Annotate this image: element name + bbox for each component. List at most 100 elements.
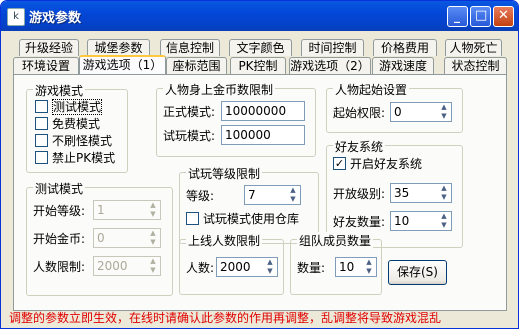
start-level-label: 开始等级:: [33, 204, 86, 218]
start-level-value: 1: [97, 203, 105, 217]
minimize-button[interactable]: _: [447, 6, 468, 27]
spin-up-icon[interactable]: ▲: [363, 258, 375, 266]
open-level-spinner[interactable]: ▲ ▼: [437, 184, 451, 202]
formal-mode-label: 正式模式:: [163, 105, 216, 119]
trial-gold-input[interactable]: 100000: [221, 125, 305, 145]
trial-storage-option[interactable]: 试玩模式使用仓库: [186, 212, 299, 228]
team-count-spinner[interactable]: ▲ ▼: [362, 258, 376, 276]
spin-down-icon[interactable]: ▼: [438, 193, 450, 201]
tab-panel: 游戏模式 测试模式 免费模式 不刷怪模式 禁止PK模式 人物身上金币数限制 正式…: [13, 74, 507, 311]
spin-up-icon[interactable]: ▲: [147, 201, 159, 209]
friend-count-value: 10: [394, 214, 410, 228]
people-limit-label: 人数限制:: [33, 260, 86, 274]
enable-friend-checkbox[interactable]: ✓: [333, 157, 346, 170]
start-setting-group: 人物起始设置 起始权限: 0 ▲ ▼: [326, 81, 463, 133]
free-mode-option[interactable]: 免费模式: [35, 117, 100, 133]
start-perm-input[interactable]: 0 ▲ ▼: [390, 102, 452, 122]
game-mode-group: 游戏模式 测试模式 免费模式 不刷怪模式 禁止PK模式: [26, 82, 128, 173]
team-count-label: 数量:: [297, 261, 326, 275]
start-perm-spinner[interactable]: ▲ ▼: [437, 103, 451, 121]
maximize-button[interactable]: □: [470, 6, 491, 27]
tab-game-options-1[interactable]: 游戏选项（1）: [79, 55, 166, 74]
window-title: 游戏参数: [29, 11, 82, 26]
online-limit-title: 上线人数限制: [186, 232, 263, 249]
start-level-spinner[interactable]: ▲ ▼: [146, 201, 160, 219]
trial-level-spinner[interactable]: ▲ ▼: [286, 186, 300, 204]
maximize-icon: □: [475, 8, 488, 23]
online-people-label: 人数:: [186, 261, 215, 275]
trial-level-label: 等级:: [186, 189, 215, 203]
spin-down-icon[interactable]: ▼: [264, 267, 276, 275]
friend-count-label: 好友数量:: [333, 215, 386, 229]
spin-up-icon[interactable]: ▲: [438, 184, 450, 192]
people-limit-value: 2000: [97, 259, 128, 273]
enable-friend-option[interactable]: ✓ 开启好友系统: [333, 157, 422, 173]
start-gold-spinner[interactable]: ▲ ▼: [146, 229, 160, 247]
spin-down-icon[interactable]: ▼: [363, 267, 375, 275]
free-mode-checkbox[interactable]: [35, 117, 48, 130]
spin-down-icon[interactable]: ▼: [438, 112, 450, 120]
tab-env-settings[interactable]: 环境设置: [13, 57, 79, 74]
tab-status-control[interactable]: 状态控制: [444, 57, 507, 74]
people-limit-input[interactable]: 2000 ▲ ▼: [93, 256, 161, 276]
friend-system-title: 好友系统: [333, 138, 386, 155]
team-count-value: 10: [339, 260, 355, 274]
spin-up-icon[interactable]: ▲: [438, 103, 450, 111]
tab-char-death[interactable]: 人物死亡: [445, 39, 502, 56]
no-monster-label: 不刷怪模式: [52, 134, 113, 148]
team-count-input[interactable]: 10 ▲ ▼: [335, 257, 377, 277]
start-gold-input[interactable]: 0 ▲ ▼: [93, 228, 161, 248]
save-button[interactable]: 保存(S): [388, 260, 447, 285]
no-monster-option[interactable]: 不刷怪模式: [35, 134, 112, 150]
start-level-input[interactable]: 1 ▲ ▼: [93, 200, 161, 220]
trial-level-input[interactable]: 7 ▲ ▼: [244, 185, 301, 205]
title-bar[interactable]: k 游戏参数 _ □ ✕: [1, 1, 518, 31]
tab-level-exp[interactable]: 升级经验: [19, 39, 79, 56]
spin-up-icon[interactable]: ▲: [438, 212, 450, 220]
tab-info-control[interactable]: 信息控制: [160, 39, 220, 56]
test-mode-checkbox[interactable]: [35, 100, 48, 113]
spin-down-icon[interactable]: ▼: [147, 266, 159, 274]
trial-level-title: 试玩等级限制: [186, 165, 263, 182]
tab-castle-params[interactable]: 城堡参数: [87, 39, 150, 56]
online-people-value: 2000: [220, 260, 251, 274]
no-pk-option[interactable]: 禁止PK模式: [35, 151, 115, 167]
spin-down-icon[interactable]: ▼: [147, 210, 159, 218]
spin-down-icon[interactable]: ▼: [287, 195, 299, 203]
trial-level-value: 7: [248, 188, 256, 202]
spin-up-icon[interactable]: ▲: [264, 258, 276, 266]
trial-storage-label: 试玩模式使用仓库: [203, 212, 300, 226]
close-button[interactable]: ✕: [493, 6, 514, 27]
trial-storage-checkbox[interactable]: [186, 212, 199, 225]
game-mode-title: 游戏模式: [33, 82, 86, 99]
tab-game-options-2[interactable]: 游戏选项（2）: [289, 57, 371, 74]
gold-limit-group: 人物身上金币数限制 正式模式: 10000000 试玩模式: 100000: [156, 81, 316, 157]
online-people-spinner[interactable]: ▲ ▼: [263, 258, 277, 276]
friend-count-spinner[interactable]: ▲ ▼: [437, 212, 451, 230]
spin-up-icon[interactable]: ▲: [147, 257, 159, 265]
spin-down-icon[interactable]: ▼: [438, 221, 450, 229]
formal-gold-input[interactable]: 10000000: [221, 101, 305, 121]
close-icon: ✕: [498, 8, 509, 23]
open-level-input[interactable]: 35 ▲ ▼: [390, 183, 452, 203]
no-monster-checkbox[interactable]: [35, 134, 48, 147]
tab-game-speed[interactable]: 游戏速度: [372, 57, 434, 74]
people-limit-spinner[interactable]: ▲ ▼: [146, 257, 160, 275]
online-people-input[interactable]: 2000 ▲ ▼: [216, 257, 278, 277]
test-mode-title: 测试模式: [33, 180, 86, 197]
no-pk-checkbox[interactable]: [35, 151, 48, 164]
enable-friend-label: 开启好友系统: [350, 157, 423, 171]
tab-coord-range[interactable]: 座标范围: [166, 57, 227, 74]
test-mode-option[interactable]: 测试模式: [35, 99, 103, 116]
tab-time-control[interactable]: 时间控制: [301, 39, 364, 56]
spin-up-icon[interactable]: ▲: [147, 229, 159, 237]
tab-pk-control[interactable]: PK控制: [230, 57, 286, 74]
free-mode-label: 免费模式: [52, 117, 101, 131]
spin-down-icon[interactable]: ▼: [147, 238, 159, 246]
spin-up-icon[interactable]: ▲: [287, 186, 299, 194]
tab-text-color[interactable]: 文字颜色: [229, 39, 292, 56]
status-message: 调整的参数立即生效，在线时请确认此参数的作用再调整，乱调整将导致游戏混乱: [9, 311, 442, 325]
friend-count-input[interactable]: 10 ▲ ▼: [390, 211, 452, 231]
tab-price-cost[interactable]: 价格费用: [373, 39, 437, 56]
game-params-window: k 游戏参数 _ □ ✕ 升级经验 城堡参数 信息控制 文字颜色 时间控制 价格…: [0, 0, 519, 329]
